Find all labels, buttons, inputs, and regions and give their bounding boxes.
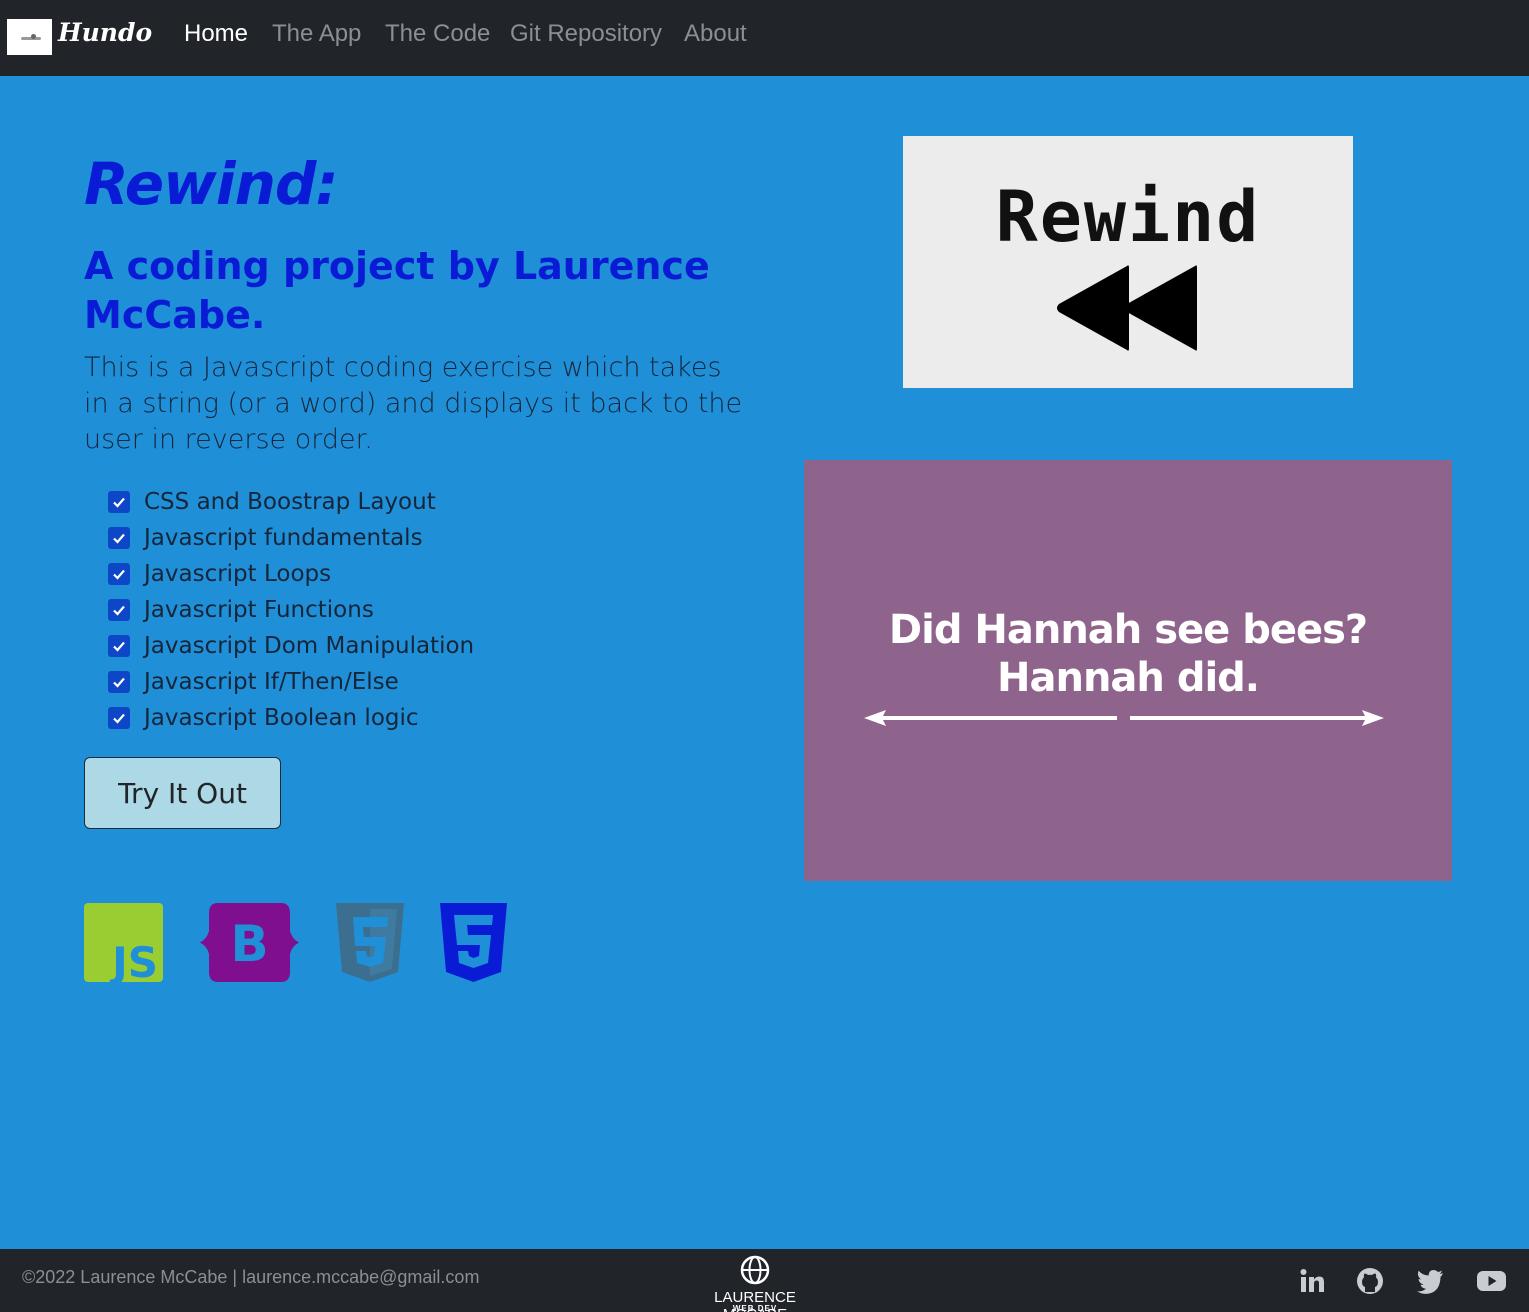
checklist-item: Javascript Boolean logic (108, 700, 474, 736)
twitter-icon[interactable] (1416, 1267, 1444, 1295)
palindrome-image: Did Hannah see bees? Hannah did. (804, 460, 1452, 881)
linkedin-icon[interactable] (1298, 1267, 1326, 1295)
try-it-out-button[interactable]: Try It Out (84, 757, 281, 829)
page-title: Rewind: (84, 150, 339, 218)
checkbox-checked-icon (108, 635, 130, 657)
checklist-item-label: Javascript Loops (144, 561, 332, 587)
brand-logo[interactable] (7, 19, 52, 55)
checklist-item: CSS and Boostrap Layout (108, 484, 474, 520)
checklist-item-label: Javascript Functions (144, 597, 374, 623)
checklist-item-label: Javascript If/Then/Else (144, 669, 399, 695)
globe-icon (740, 1255, 770, 1285)
project-description: This is a Javascript coding exercise whi… (84, 352, 743, 455)
brand-name[interactable]: Hundo (58, 18, 152, 47)
checkbox-checked-icon (108, 527, 130, 549)
css3-icon (440, 903, 507, 982)
checklist-item-label: Javascript fundamentals (144, 525, 423, 551)
navbar: Hundo Home The App The Code Git Reposito… (0, 0, 1529, 76)
checkbox-checked-icon (108, 599, 130, 621)
palindrome-line-2: Hannah did. (997, 655, 1260, 701)
github-icon[interactable] (1356, 1267, 1384, 1295)
footer-copyright: ©2022 Laurence McCabe | laurence.mccabe@… (22, 1267, 480, 1287)
footer: ©2022 Laurence McCabe | laurence.mccabe@… (0, 1249, 1529, 1312)
rewind-image-text: Rewind (995, 176, 1261, 258)
html5-icon (336, 903, 404, 982)
checklist-item: Javascript Dom Manipulation (108, 628, 474, 664)
rewind-icon (1057, 265, 1197, 351)
nav-link-home[interactable]: Home (184, 20, 248, 48)
svg-text:JS: JS (109, 938, 158, 982)
checkbox-checked-icon (108, 671, 130, 693)
palindrome-line-1: Did Hannah see bees? (888, 607, 1368, 653)
nav-link-git-repository[interactable]: Git Repository (510, 20, 662, 48)
checklist-item: Javascript Functions (108, 592, 474, 628)
checklist-item-label: Javascript Boolean logic (144, 705, 419, 731)
checklist-item: Javascript Loops (108, 556, 474, 592)
footer-logo-subtitle: WEB DEV (732, 1304, 778, 1312)
checklist-item-label: Javascript Dom Manipulation (144, 633, 475, 659)
js-icon: JS (84, 903, 163, 982)
svg-text:B: B (230, 915, 268, 973)
checkbox-checked-icon (108, 563, 130, 585)
checkbox-checked-icon (108, 491, 130, 513)
checklist-item: Javascript If/Then/Else (108, 664, 474, 700)
nav-link-the-app[interactable]: The App (272, 20, 361, 48)
checkbox-checked-icon (108, 707, 130, 729)
youtube-icon[interactable] (1477, 1267, 1506, 1295)
skills-checklist: CSS and Boostrap Layout Javascript funda… (108, 484, 474, 736)
rewind-image: Rewind (903, 136, 1353, 388)
checklist-item-label: CSS and Boostrap Layout (144, 489, 436, 515)
footer-logo: LAURENCE MCCABE WEB DEV (680, 1255, 830, 1312)
bidirectional-arrows-icon (864, 710, 1384, 726)
nav-link-the-code[interactable]: The Code (385, 20, 490, 48)
nav-link-about[interactable]: About (684, 20, 747, 48)
page-subtitle: A coding project by Laurence McCabe. (84, 244, 710, 337)
checklist-item: Javascript fundamentals (108, 520, 474, 556)
bootstrap-icon: B (200, 903, 299, 982)
